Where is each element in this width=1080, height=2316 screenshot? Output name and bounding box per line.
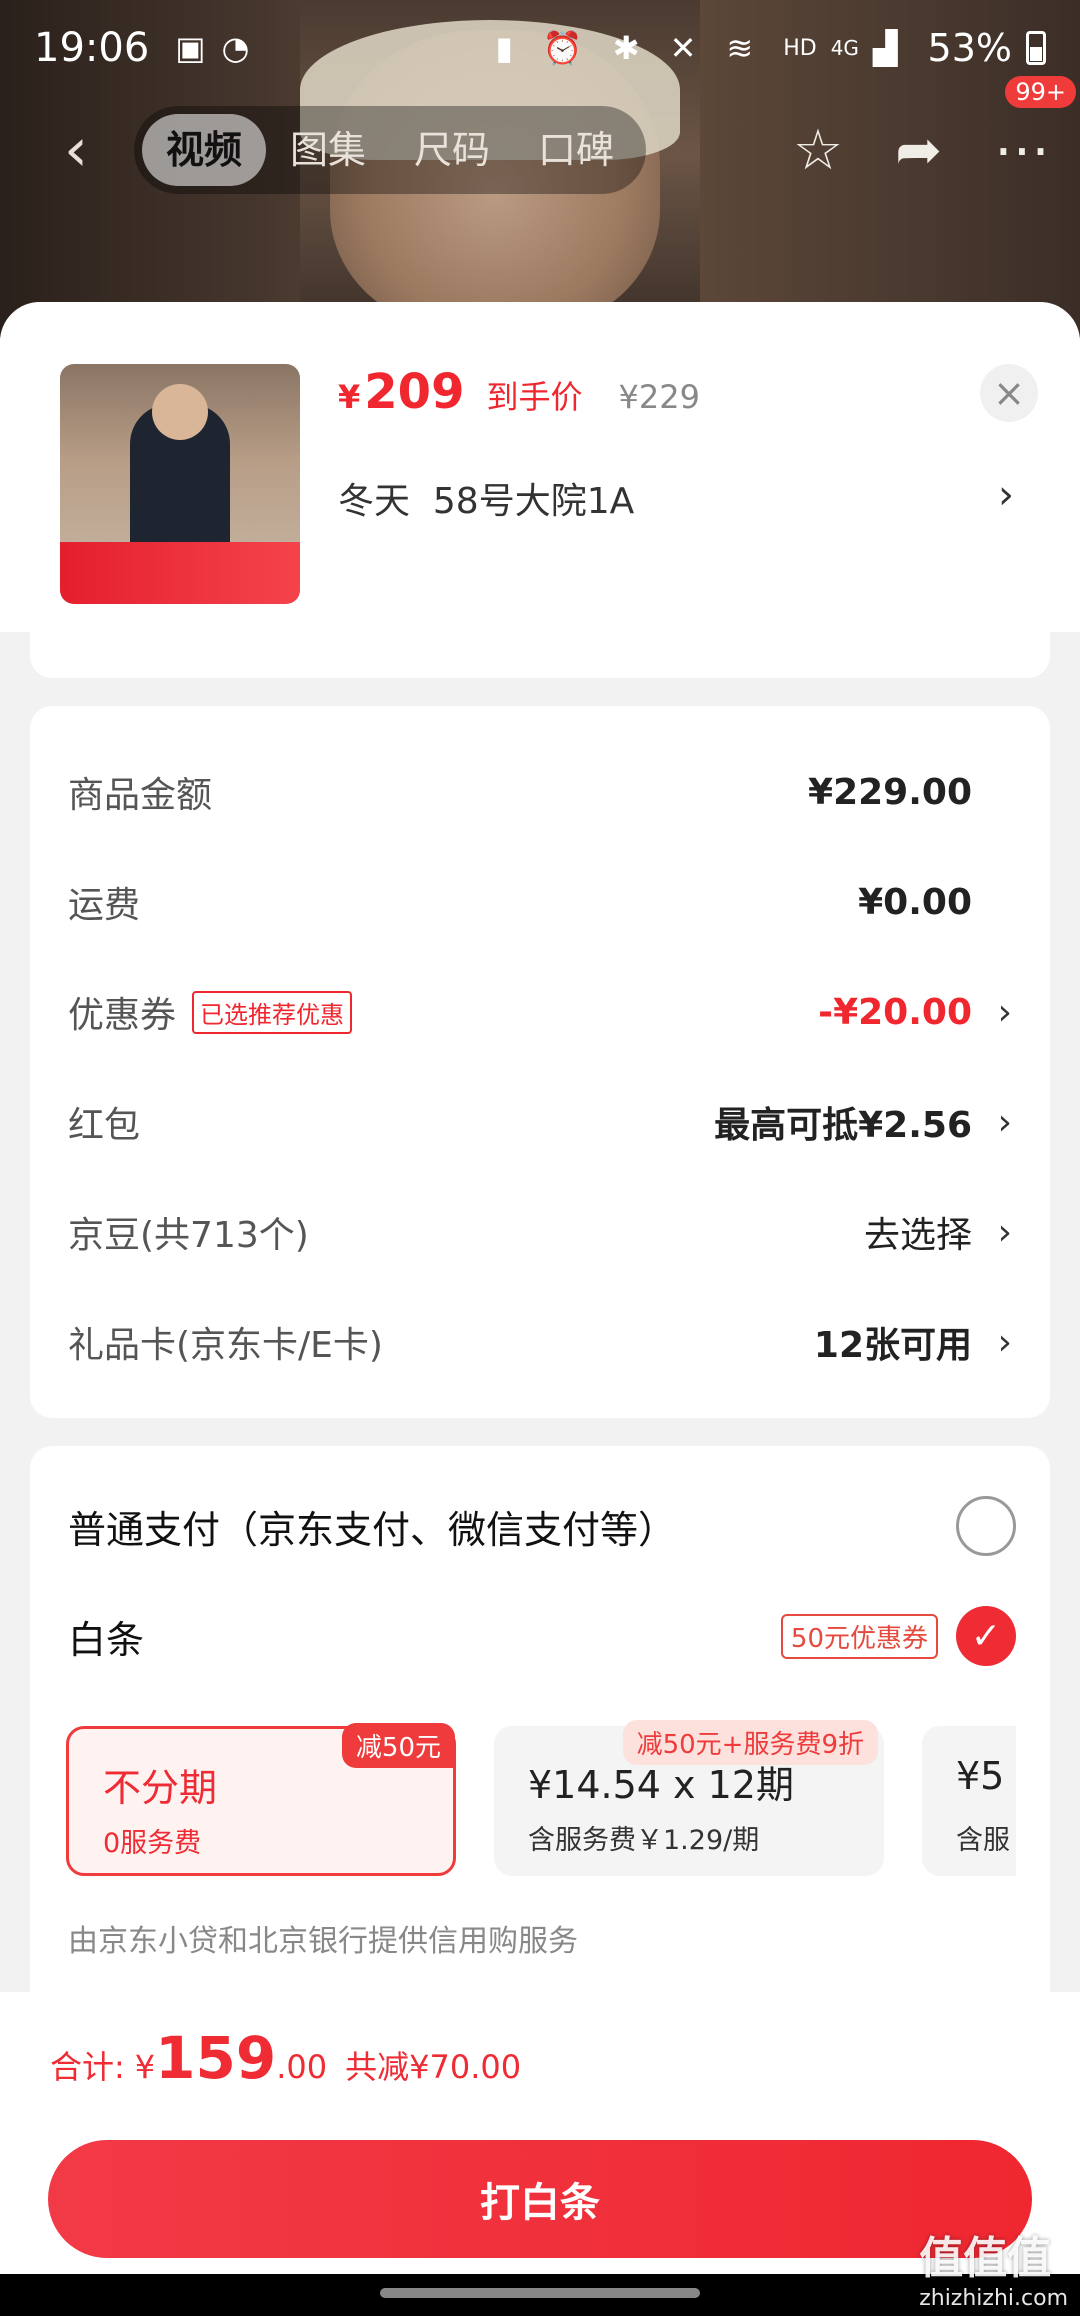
selected-spec[interactable]: 冬天 58号大院1A	[338, 472, 634, 524]
tab-size[interactable]: 尺码	[390, 114, 514, 186]
cost-label: 京豆(共713个)	[68, 1215, 309, 1256]
watermark-url: zhizhizhi.com	[919, 2286, 1068, 2311]
tab-gallery[interactable]: 图集	[266, 114, 390, 186]
cost-row-shipping: 运费 ¥0.00 ›	[68, 872, 1012, 932]
sync-icon: ◔	[221, 29, 250, 67]
final-price: ¥209	[338, 364, 465, 420]
chevron-left-icon: ‹	[64, 115, 88, 185]
cost-value: 最高可抵¥2.56	[714, 1105, 972, 1146]
product-header: ¥209 到手价 ¥229 × 冬天 58号大院1A ›	[0, 302, 1080, 632]
chevron-right-icon: ›	[997, 1211, 1012, 1253]
payment-option-baitiao[interactable]: 白条 50元优惠券 ✓	[68, 1604, 1016, 1668]
total-amount: 159	[155, 2024, 277, 2092]
cost-row-jd-beans[interactable]: 京豆(共713个) 去选择 ›	[68, 1202, 1012, 1262]
payment-option-normal[interactable]: 普通支付（京东支付、微信支付等）	[68, 1494, 1016, 1558]
tab-video[interactable]: 视频	[142, 114, 267, 186]
chevron-right-icon: ›	[997, 991, 1012, 1033]
favorite-star-icon[interactable]: ☆	[793, 118, 843, 183]
total-savings: 共减¥70.00	[345, 2048, 522, 2086]
cost-breakdown-card: 商品金额 ¥229.00 › 运费 ¥0.00 › 优惠券 已选推荐优惠 -¥2…	[30, 706, 1050, 1418]
pay-baitiao-button[interactable]: 打白条	[48, 2140, 1032, 2258]
product-nav-bar: ‹ 视频 图集 尺码 口碑 ☆ ➦ ⋯ 99+	[0, 75, 1080, 196]
tab-reviews[interactable]: 口碑	[514, 114, 638, 186]
signal-icon: ▟	[872, 29, 898, 67]
radio-unchecked[interactable]	[956, 1496, 1016, 1556]
cost-value: ¥229.00	[808, 771, 972, 813]
cost-value: ¥0.00	[858, 881, 972, 923]
plan-fee: 含服务费￥1.29/期	[528, 1825, 760, 1856]
cost-label: 红包	[68, 1105, 141, 1146]
chevron-right-icon: ›	[997, 1321, 1012, 1363]
cost-value: -¥20.00	[818, 991, 972, 1033]
cost-row-red-packet[interactable]: 红包 最高可抵¥2.56 ›	[68, 1092, 1012, 1152]
network-hd: HD	[783, 35, 817, 61]
chevron-right-icon[interactable]: ›	[998, 472, 1014, 518]
cost-label: 运费	[68, 885, 141, 926]
radio-checked[interactable]: ✓	[956, 1606, 1016, 1666]
cost-row-gift-card[interactable]: 礼品卡(京东卡/E卡) 12张可用 ›	[68, 1312, 1012, 1372]
status-time: 19:06	[34, 25, 150, 71]
plan-discount-ribbon: 减50元	[341, 1723, 455, 1768]
payment-option-label: 普通支付（京东支付、微信支付等）	[68, 1507, 677, 1552]
close-icon: ×	[993, 371, 1025, 415]
product-thumbnail[interactable]	[60, 364, 300, 604]
total-currency: ¥	[134, 2048, 156, 2086]
credit-service-note: 由京东小贷和北京银行提供信用购服务	[68, 1924, 578, 1959]
product-tabs: 视频 图集 尺码 口碑	[134, 106, 647, 194]
system-nav-bar	[0, 2274, 1080, 2316]
checkmark-icon: ✓	[970, 1615, 1002, 1657]
bluetooth-icon: ✱	[612, 29, 640, 67]
payment-option-label: 白条	[68, 1617, 145, 1662]
back-button[interactable]: ‹	[36, 110, 116, 190]
share-icon[interactable]: ➦	[895, 118, 942, 183]
promo-banner-image	[60, 542, 300, 604]
cost-value: 12张可用	[813, 1325, 972, 1366]
chevron-right-icon: ›	[997, 1101, 1012, 1143]
wifi-icon: ≋	[726, 29, 754, 67]
cost-row-coupon[interactable]: 优惠券 已选推荐优惠 -¥20.00 ›	[68, 982, 1012, 1042]
checkout-sheet: ¥209 到手价 ¥229 × 冬天 58号大院1A › 商品金额 ¥229.0…	[0, 302, 1080, 2272]
more-button[interactable]: ⋯ 99+	[994, 75, 1076, 183]
original-price: ¥229	[618, 378, 700, 416]
installment-plan-none[interactable]: 不分期 0服务费 减50元	[66, 1723, 456, 1876]
order-total-bar: 合计: ¥ 159 .00 共减¥70.00	[0, 1992, 1080, 2124]
message-badge: 99+	[1005, 75, 1076, 108]
baitiao-coupon-tag: 50元优惠券	[780, 1613, 938, 1659]
final-price-label: 到手价	[486, 378, 583, 416]
battery-percent: 53%	[927, 26, 1012, 70]
cost-row-subtotal: 商品金额 ¥229.00 ›	[68, 762, 1012, 822]
alarm-icon: ⏰	[542, 29, 583, 67]
plan-discount-ribbon: 减50元+服务费9折	[622, 1720, 878, 1765]
sim-icon: ▮	[495, 29, 513, 67]
installment-plans: 不分期 0服务费 减50元 ¥14.54 x 12期 含服务费￥1.29/期 减…	[66, 1720, 1016, 1884]
home-indicator[interactable]	[380, 2288, 700, 2298]
cost-label: 商品金额	[68, 775, 213, 816]
installment-plan-12[interactable]: ¥14.54 x 12期 含服务费￥1.29/期 减50元+服务费9折	[494, 1720, 884, 1876]
mute-icon: ✕	[669, 29, 697, 67]
truncated-card	[30, 632, 1050, 678]
cost-label: 礼品卡(京东卡/E卡)	[68, 1325, 383, 1366]
plan-fee: 含服	[956, 1825, 1010, 1856]
battery-icon	[1026, 31, 1046, 65]
total-label: 合计:	[50, 2048, 125, 2086]
gallery-icon: ▣	[175, 29, 206, 67]
plan-title: 不分期	[103, 1766, 218, 1810]
plan-fee: 0服务费	[103, 1828, 202, 1859]
cost-label: 优惠券	[68, 995, 177, 1036]
total-decimal: .00	[276, 2048, 328, 2086]
site-watermark: 值值值 zhizhizhi.com	[919, 2222, 1068, 2311]
installment-plan-more[interactable]: ¥5 含服	[922, 1726, 1016, 1876]
watermark-logo: 值值值	[919, 2233, 1052, 2284]
cta-container: 打白条	[0, 2124, 1080, 2274]
price-line: ¥209 到手价 ¥229	[338, 364, 700, 420]
cost-value: 去选择	[863, 1215, 972, 1256]
plan-title: ¥5	[956, 1754, 1005, 1798]
more-dots-icon: ⋯	[994, 117, 1050, 183]
status-bar: 19:06 ▣ ◔ ▮ ⏰ ✱ ✕ ≋ HD 4G ▟ 53%	[0, 0, 1080, 96]
network-4g: 4G	[830, 36, 859, 60]
recommended-coupon-tag: 已选推荐优惠	[192, 990, 353, 1034]
close-button[interactable]: ×	[980, 364, 1038, 422]
payment-method-card: 普通支付（京东支付、微信支付等） 白条 50元优惠券 ✓ 不分期 0服务费 减5…	[30, 1446, 1050, 2006]
